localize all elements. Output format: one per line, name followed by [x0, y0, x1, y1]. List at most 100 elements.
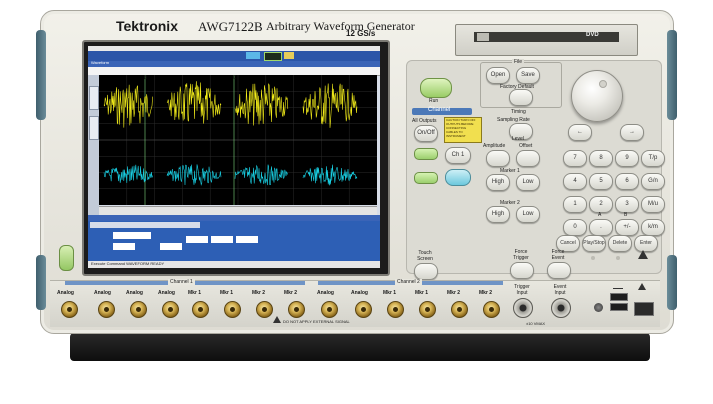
waveform-traces	[99, 75, 377, 205]
save-button[interactable]: Save	[516, 67, 540, 84]
toolbar-button[interactable]	[284, 52, 294, 59]
marker2-low-button[interactable]: Low	[516, 206, 540, 223]
settings-field[interactable]	[211, 236, 233, 243]
ground-terminal[interactable]	[594, 303, 603, 312]
bnc-connector[interactable]	[483, 301, 500, 318]
caution-text: CAUTION TURN OFF OUTPUTS BEFORE CONNECTI…	[446, 118, 476, 138]
side-tab[interactable]	[89, 116, 99, 140]
ch2-trace	[103, 164, 358, 186]
bnc-connector[interactable]	[451, 301, 468, 318]
right-arrow-button[interactable]: →	[620, 124, 644, 141]
amplitude-label: Amplitude	[483, 143, 506, 149]
keypad-key[interactable]: M/u	[641, 196, 665, 213]
factory-default-button[interactable]	[509, 89, 533, 106]
connector-label: Mkr 2	[447, 290, 461, 296]
bnc-connector[interactable]	[419, 301, 436, 318]
keypad-key[interactable]: 2	[589, 196, 613, 213]
network-port[interactable]	[634, 302, 654, 316]
marker1-high-button[interactable]: High	[486, 174, 510, 191]
settings-field[interactable]	[236, 236, 258, 243]
keypad-key[interactable]: 3	[615, 196, 639, 213]
settings-field[interactable]	[186, 236, 208, 243]
ch2-output-button[interactable]	[414, 172, 438, 184]
power-switch[interactable]	[59, 245, 74, 271]
bnc-connector[interactable]	[355, 301, 372, 318]
function-key[interactable]: Delete	[608, 235, 632, 252]
side-tab[interactable]	[89, 86, 99, 110]
connector-label: Mkr 2	[284, 290, 298, 296]
run-label: Run	[429, 98, 439, 104]
settings-field[interactable]	[160, 243, 182, 250]
keypad-key[interactable]: G/n	[641, 173, 665, 190]
dvd-logo: DVD	[586, 32, 599, 38]
plot-scrollbar[interactable]	[99, 206, 377, 215]
bnc-connector[interactable]	[61, 301, 78, 318]
marker-label-c: C	[233, 75, 237, 81]
keypad-key[interactable]: k/m	[641, 219, 665, 236]
marker1-low-button[interactable]: Low	[516, 174, 540, 191]
event-input-label: Event Input	[553, 284, 567, 296]
bnc-connector[interactable]	[224, 301, 241, 318]
general-purpose-knob[interactable]	[571, 70, 623, 122]
left-arrow-button[interactable]: ←	[568, 124, 592, 141]
connector-label: Analog	[158, 290, 175, 296]
trigger-input-connector[interactable]	[513, 298, 533, 318]
connector-label: Analog	[94, 290, 111, 296]
keypad-key[interactable]: 8	[589, 150, 613, 167]
bnc-connector[interactable]	[288, 301, 305, 318]
bnc-connector[interactable]	[98, 301, 115, 318]
run-button[interactable]	[420, 78, 452, 98]
bnc-connector[interactable]	[192, 301, 209, 318]
bnc-connector[interactable]	[321, 301, 338, 318]
ch1-select-button[interactable]: Ch 1	[445, 147, 471, 164]
usb-port[interactable]	[610, 293, 628, 301]
channel2-label: Channel 2	[395, 279, 422, 285]
keypad-key[interactable]: 9	[615, 150, 639, 167]
ch2-select-button[interactable]	[445, 169, 471, 186]
offset-button[interactable]	[516, 150, 540, 167]
all-outputs-button[interactable]: On/Off	[414, 125, 438, 142]
connector-label: Mkr 2	[479, 290, 493, 296]
function-key[interactable]: Play/Stop	[582, 235, 606, 252]
status-text: Execute Command WAVEFORM READY	[91, 261, 165, 266]
dvd-eject-button[interactable]	[477, 33, 489, 41]
right-handle	[667, 30, 677, 120]
touch-screen-button[interactable]	[414, 263, 438, 280]
keypad-key[interactable]: 7	[563, 150, 587, 167]
ch1-output-button[interactable]	[414, 148, 438, 160]
keypad-key[interactable]: +/-	[615, 219, 639, 236]
settings-field[interactable]	[113, 243, 135, 250]
force-event-button[interactable]	[547, 262, 571, 279]
all-outputs-label: All Outputs	[412, 118, 437, 124]
force-trigger-button[interactable]	[510, 262, 534, 279]
connector-label: Mkr 1	[383, 290, 397, 296]
keypad-key[interactable]: T/p	[641, 150, 665, 167]
toolbar-run-button[interactable]	[246, 52, 260, 59]
screen: Waveform B C Execute Command WAVEFORM RE…	[88, 46, 380, 268]
connector-label: Mkr 1	[220, 290, 234, 296]
settings-tabs[interactable]	[90, 222, 200, 228]
volt-limit-label: ±10 VMAX	[526, 321, 546, 326]
bnc-connector[interactable]	[130, 301, 147, 318]
window-title: Waveform	[91, 60, 110, 65]
marker2-high-button[interactable]: High	[486, 206, 510, 223]
bnc-connector[interactable]	[162, 301, 179, 318]
bnc-connector[interactable]	[256, 301, 273, 318]
open-button[interactable]: Open	[486, 67, 510, 84]
factory-default-label: Factory Default	[500, 84, 534, 90]
keypad-key[interactable]: 6	[615, 173, 639, 190]
keypad-key[interactable]: .	[589, 219, 613, 236]
amplitude-button[interactable]	[486, 150, 510, 167]
usb-port[interactable]	[610, 303, 628, 311]
bnc-connector[interactable]	[387, 301, 404, 318]
settings-field[interactable]	[113, 232, 151, 239]
warning-triangle-icon	[273, 316, 281, 323]
keypad-key[interactable]: 5	[589, 173, 613, 190]
toolbar-status	[264, 52, 282, 61]
keypad-key[interactable]: 4	[563, 173, 587, 190]
instrument: Tektronix AWG7122B Arbitrary Waveform Ge…	[0, 0, 713, 404]
offset-label: Offset	[519, 143, 533, 149]
event-input-connector[interactable]	[551, 298, 571, 318]
keypad-key[interactable]: 1	[563, 196, 587, 213]
keypad-key[interactable]: 0	[563, 219, 587, 236]
